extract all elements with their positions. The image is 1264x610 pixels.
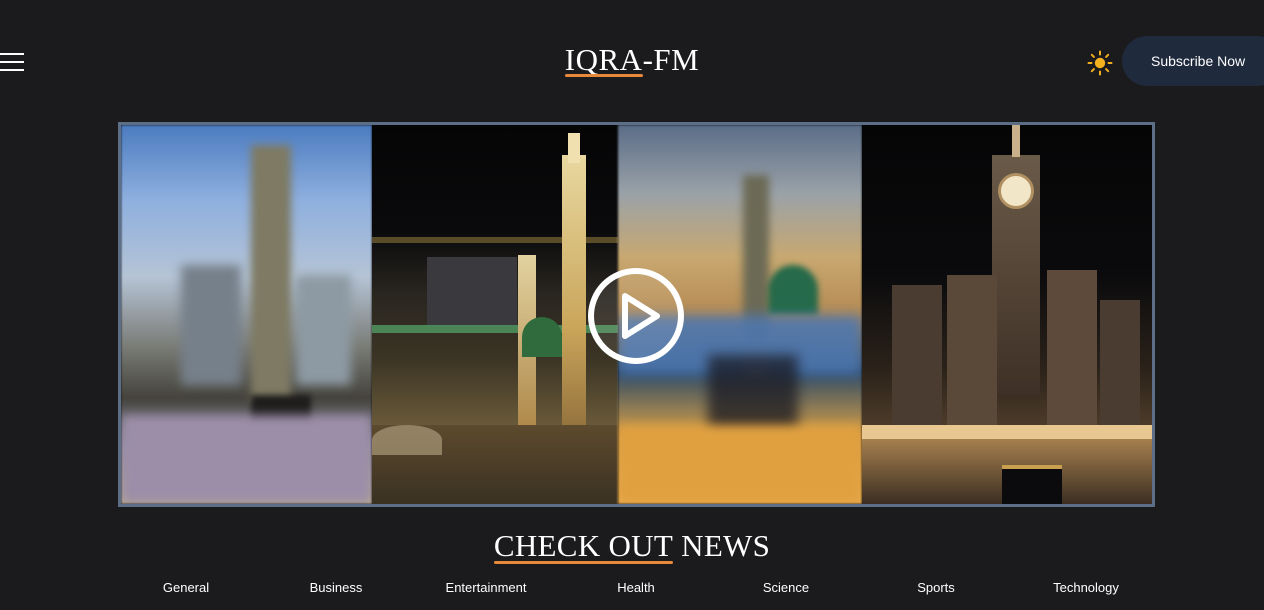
- category-business[interactable]: Business: [261, 580, 411, 595]
- clock-tower-night-panel: [862, 125, 1152, 504]
- subscribe-button[interactable]: Subscribe Now: [1122, 36, 1264, 86]
- category-general[interactable]: General: [111, 580, 261, 595]
- play-icon[interactable]: [585, 265, 687, 367]
- news-title-underlined: CHECK OUT: [493, 528, 674, 564]
- site-header: IQRA-FM Subscribe Now: [0, 0, 1264, 120]
- category-health[interactable]: Health: [561, 580, 711, 595]
- mosque-night-panel: [372, 125, 618, 504]
- hero-video-banner[interactable]: [118, 122, 1155, 507]
- category-science[interactable]: Science: [711, 580, 861, 595]
- category-entertainment[interactable]: Entertainment: [411, 580, 561, 595]
- news-section-title: CHECK OUT NEWS: [0, 528, 1264, 564]
- logo-suffix-text: -FM: [642, 42, 700, 77]
- logo-underlined-text: IQRA: [564, 42, 643, 77]
- blurred-clock-tower-panel: [121, 125, 372, 504]
- news-title-suffix: NEWS: [673, 528, 771, 563]
- site-logo[interactable]: IQRA-FM: [0, 42, 1264, 78]
- news-category-nav: General Business Entertainment Health Sc…: [111, 580, 1161, 595]
- sun-icon[interactable]: [1087, 50, 1113, 76]
- category-technology[interactable]: Technology: [1011, 580, 1161, 595]
- category-sports[interactable]: Sports: [861, 580, 1011, 595]
